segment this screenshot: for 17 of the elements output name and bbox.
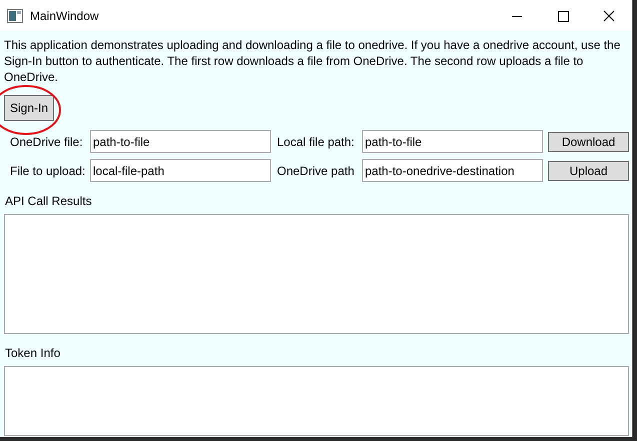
description-text: This application demonstrates uploading and downloading a file to onedrive. If you have a onedrive account, use the Sign-In button to authenticate. The first row downloads a file from OneDrive. The second row uploads a file to OneDrive.: [4, 37, 622, 85]
output-box[interactable]: [4, 366, 629, 436]
text-field[interactable]: path-to-file: [362, 130, 543, 153]
sign-in-button[interactable]: Sign-In: [4, 95, 54, 121]
section-label: Token Info: [4, 346, 62, 362]
window-icon: [7, 8, 23, 22]
field-label: Local file path:: [277, 134, 356, 148]
section-label: API Call Results: [4, 194, 93, 210]
field-label: OneDrive path: [277, 164, 356, 178]
action-button[interactable]: Upload: [548, 160, 629, 180]
window-title: MainWindow: [30, 8, 99, 22]
action-button[interactable]: Download: [548, 132, 629, 152]
text-field[interactable]: path-to-onedrive-destination: [362, 159, 543, 182]
field-label: File to upload:: [9, 164, 86, 178]
text-field[interactable]: path-to-file: [90, 130, 271, 153]
field-label: OneDrive file:: [9, 134, 84, 148]
text-field[interactable]: local-file-path: [90, 159, 271, 182]
